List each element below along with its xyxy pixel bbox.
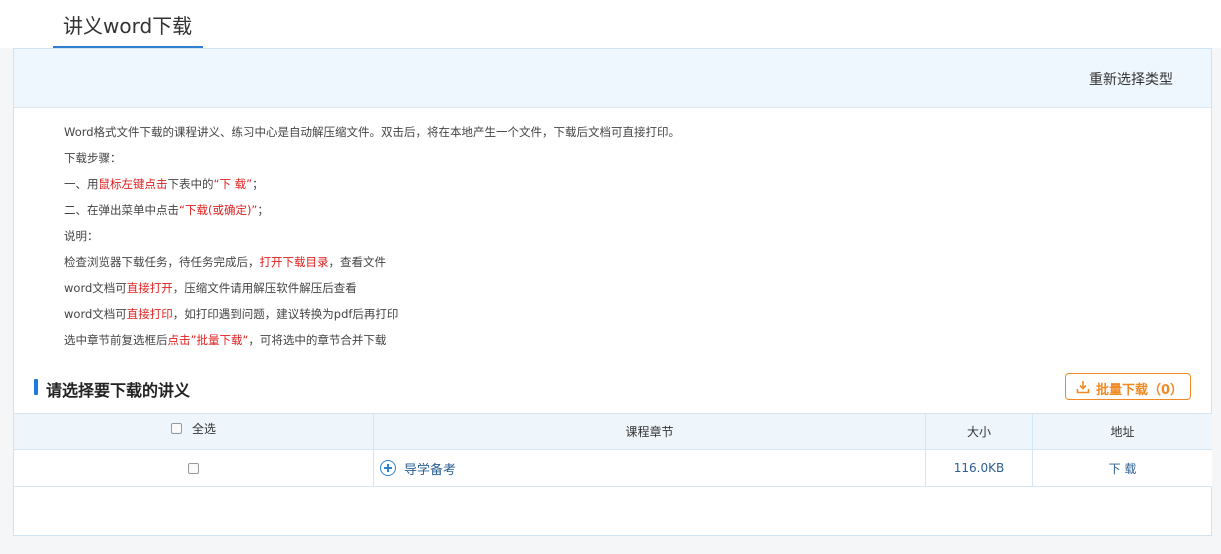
explain-title: 说明：	[64, 229, 99, 243]
step-1-highlight-2: “下 载”	[213, 177, 253, 191]
select-all-label: 全选	[191, 422, 216, 436]
step-2-text-2: ；	[257, 203, 269, 217]
explain-1-text-2: ，查看文件	[328, 255, 387, 269]
explain-3-text-2: ，如打印遇到问题，建议转换为pdf后再打印	[172, 307, 399, 321]
select-all-group: 全选	[170, 420, 216, 437]
explain-2-text-2: ，压缩文件请用解压软件解压后查看	[172, 281, 357, 295]
table-header: 全选 课程章节 大小 地址	[14, 413, 1212, 450]
explain-4-text: 选中章节前复选框后	[64, 333, 168, 347]
explain-2-text: word文档可	[64, 281, 127, 295]
steps-title: 下载步骤：	[64, 151, 122, 165]
row-select-cell	[14, 450, 374, 486]
batch-download-label: 批量下载（0）	[1096, 383, 1184, 398]
plus-circle-icon[interactable]	[380, 460, 396, 476]
header-address: 地址	[1110, 425, 1135, 439]
reselect-type-link[interactable]: 重新选择类型	[1089, 69, 1173, 89]
section-title: 请选择要下载的讲义	[46, 381, 191, 400]
explain-3: word文档可直接打印，如打印遇到问题，建议转换为pdf后再打印	[64, 305, 680, 331]
explain-1-text: 检查浏览器下载任务，待任务完成后，	[64, 255, 260, 269]
step-1-text-3: ；	[252, 177, 264, 191]
file-size: 116.0KB	[953, 461, 1005, 475]
batch-download-button[interactable]: 批量下载（0）	[1065, 373, 1191, 400]
row-chapter-cell: 导学备考	[374, 450, 926, 486]
explain-1: 检查浏览器下载任务，待任务完成后，打开下载目录，查看文件	[64, 253, 680, 279]
tab-title: 讲义word下载	[63, 14, 193, 38]
select-all-checkbox[interactable]	[170, 423, 182, 434]
download-icon	[1076, 381, 1090, 394]
chapter-name[interactable]: 导学备考	[404, 459, 456, 478]
row-address-cell: 下 载	[1033, 450, 1212, 486]
explain-4-text-2: ，可将选中的章节合并下载	[248, 333, 387, 347]
step-1-highlight: 鼠标左键点击	[98, 177, 168, 191]
section-accent-bar	[34, 379, 38, 395]
row-checkbox[interactable]	[188, 462, 199, 474]
download-link[interactable]: 下 载	[1109, 460, 1137, 477]
explain-2-highlight: 直接打开	[126, 281, 173, 295]
intro-text: Word格式文件下载的课程讲义、练习中心是自动解压缩文件。双击后，将在本地产生一…	[64, 125, 681, 139]
tab-word-download[interactable]: 讲义word下载	[53, 0, 203, 49]
step-2-highlight: “下载(或确定)”	[179, 203, 258, 217]
top-bar: 讲义word下载	[0, 0, 1221, 49]
explain-4: 选中章节前复选框后点击”批量下载“，可将选中的章节合并下载	[64, 331, 680, 357]
header-size: 大小	[926, 414, 1033, 449]
step-2: 二、在弹出菜单中点击“下载(或确定)”；	[64, 201, 680, 227]
header-chapter: 课程章节	[374, 414, 926, 449]
header-select-all: 全选	[14, 414, 374, 449]
explain-2: word文档可直接打开，压缩文件请用解压软件解压后查看	[64, 279, 680, 305]
step-1: 一、用鼠标左键点击下表中的“下 载”；	[64, 175, 680, 201]
panel-header: 重新选择类型	[14, 49, 1211, 108]
explain-3-text: word文档可	[64, 307, 127, 321]
instructions: Word格式文件下载的课程讲义、练习中心是自动解压缩文件。双击后，将在本地产生一…	[64, 123, 680, 357]
table-row: 导学备考 116.0KB 下 载	[14, 450, 1212, 487]
download-panel: 重新选择类型 Word格式文件下载的课程讲义、练习中心是自动解压缩文件。双击后，…	[13, 48, 1212, 536]
step-1-text: 一、用	[64, 177, 99, 191]
explain-3-highlight: 直接打印	[126, 307, 173, 321]
step-1-text-2: 下表中的	[167, 177, 214, 191]
explain-1-highlight: 打开下载目录	[259, 255, 329, 269]
explain-4-highlight: 点击”批量下载“	[167, 333, 249, 347]
row-size-cell: 116.0KB	[926, 450, 1033, 486]
step-2-text: 二、在弹出菜单中点击	[64, 203, 179, 217]
